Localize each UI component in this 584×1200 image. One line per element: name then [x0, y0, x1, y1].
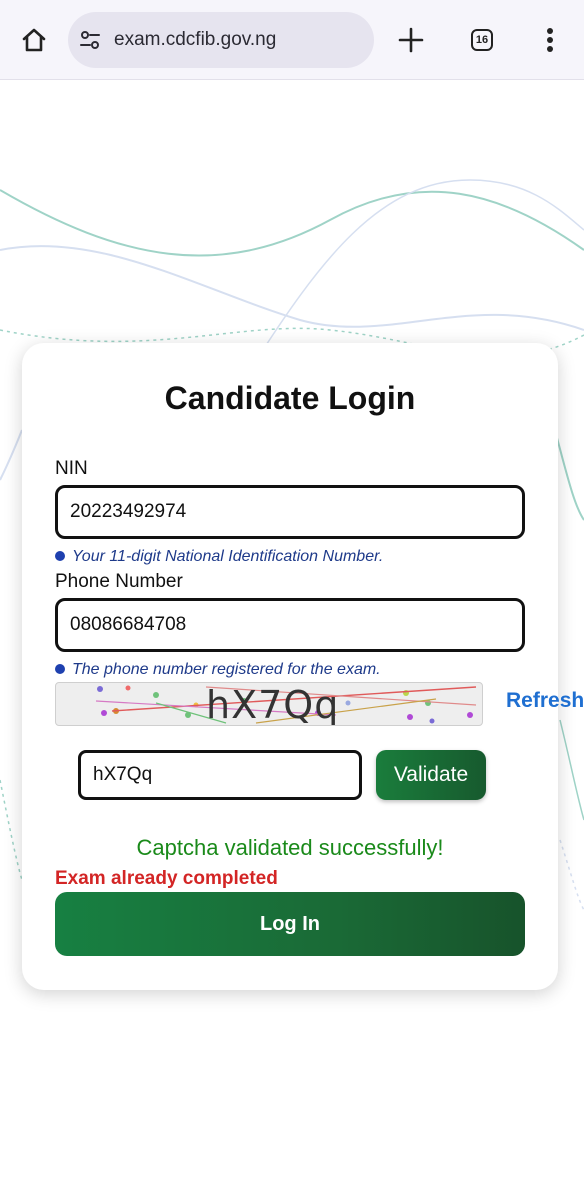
- captcha-text: hX7Qq: [206, 683, 340, 726]
- phone-hint: The phone number registered for the exam…: [55, 660, 381, 680]
- tab-switcher-icon: 16: [471, 29, 493, 51]
- site-settings-icon[interactable]: [78, 28, 102, 52]
- browser-toolbar: exam.cdcfib.gov.ng 16: [0, 0, 584, 80]
- phone-hint-text: The phone number registered for the exam…: [72, 661, 381, 678]
- more-vert-icon: [547, 28, 553, 52]
- home-icon: [22, 28, 46, 52]
- captcha-success-message: Captcha validated successfully!: [136, 835, 444, 860]
- home-button[interactable]: [14, 20, 54, 60]
- info-dot-icon: [55, 664, 65, 674]
- captcha-image: hX7Qq: [55, 682, 483, 726]
- new-tab-button[interactable]: [391, 20, 431, 60]
- browser-menu-button[interactable]: [530, 20, 570, 60]
- refresh-captcha-link[interactable]: Refresh: [506, 689, 584, 713]
- nin-input[interactable]: [55, 485, 525, 539]
- nin-hint-text: Your 11-digit National Identification Nu…: [72, 548, 384, 565]
- tab-count: 16: [475, 34, 489, 46]
- info-dot-icon: [55, 551, 65, 561]
- nin-label: NIN: [55, 458, 88, 479]
- login-button[interactable]: Log In: [55, 892, 525, 956]
- tab-switcher-button[interactable]: 16: [462, 20, 502, 60]
- phone-input[interactable]: [55, 598, 525, 652]
- error-message: Exam already completed: [55, 868, 278, 889]
- url-text: exam.cdcfib.gov.ng: [114, 29, 277, 50]
- validate-button[interactable]: Validate: [376, 750, 486, 800]
- nin-hint: Your 11-digit National Identification Nu…: [55, 547, 383, 567]
- phone-label: Phone Number: [55, 571, 183, 592]
- login-card: Candidate Login NIN Your 11-digit Nation…: [22, 343, 584, 990]
- address-bar[interactable]: exam.cdcfib.gov.ng: [68, 12, 374, 68]
- plus-icon: [398, 27, 424, 53]
- captcha-input[interactable]: [78, 750, 362, 800]
- page-title: Candidate Login: [164, 380, 416, 416]
